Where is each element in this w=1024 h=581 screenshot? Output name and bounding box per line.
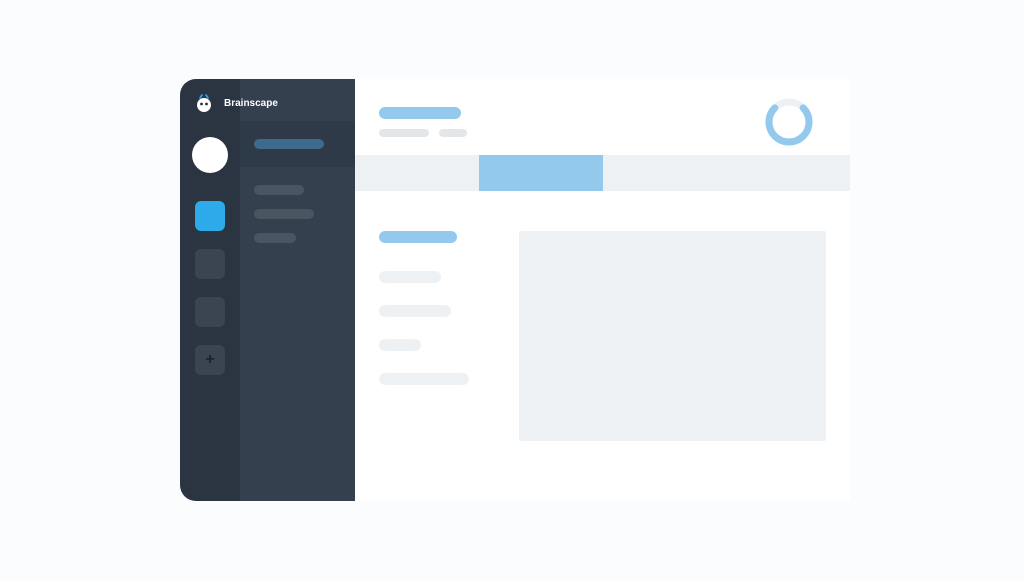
- tab-1[interactable]: [355, 155, 479, 191]
- body-line-placeholder: [379, 305, 451, 317]
- sidebar-narrow: Brainscape +: [180, 79, 240, 501]
- subtitle-placeholder-1: [379, 129, 429, 137]
- list-item[interactable]: [254, 185, 304, 195]
- logo[interactable]: Brainscape: [180, 93, 240, 113]
- main-body: [355, 191, 850, 465]
- sidebar-title-placeholder: [254, 139, 324, 149]
- avatar[interactable]: [192, 137, 228, 173]
- list-item[interactable]: [254, 209, 314, 219]
- plus-icon: +: [205, 351, 214, 369]
- list-item[interactable]: [254, 233, 296, 243]
- add-button[interactable]: +: [195, 345, 225, 375]
- tab-4[interactable]: [726, 155, 850, 191]
- body-line-placeholder: [379, 271, 441, 283]
- header-area: [355, 79, 850, 155]
- content-panel: [519, 231, 826, 441]
- app-container: Brainscape +: [180, 79, 850, 501]
- section-label-placeholder: [379, 231, 457, 243]
- page-title-placeholder: [379, 107, 461, 119]
- tab-3[interactable]: [603, 155, 727, 191]
- sidebar-wide: [240, 79, 355, 501]
- tab-2[interactable]: [479, 155, 603, 191]
- progress-ring: [764, 97, 814, 147]
- sidebar-list: [240, 167, 355, 261]
- brand-name: Brainscape: [224, 98, 278, 109]
- sidebar-header: [240, 121, 355, 167]
- body-line-placeholder: [379, 373, 469, 385]
- nav-item-2[interactable]: [195, 249, 225, 279]
- brainscape-logo-icon: [194, 93, 214, 113]
- body-line-placeholder: [379, 339, 421, 351]
- subtitle-placeholder-2: [439, 129, 467, 137]
- header-subtitle-row: [379, 129, 826, 137]
- main-content: [355, 79, 850, 501]
- nav-item-1[interactable]: [195, 201, 225, 231]
- tabs: [355, 155, 850, 191]
- nav-item-3[interactable]: [195, 297, 225, 327]
- left-column: [379, 231, 489, 441]
